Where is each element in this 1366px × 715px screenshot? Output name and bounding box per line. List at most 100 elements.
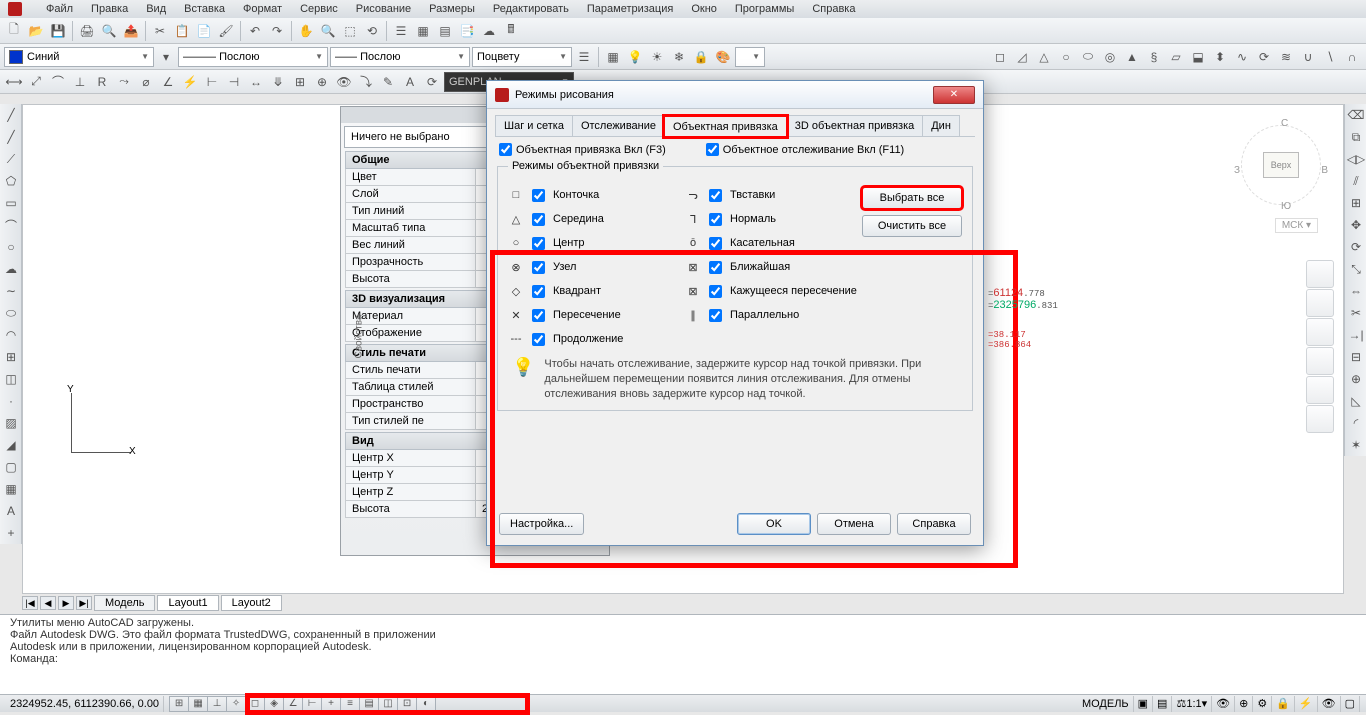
tolerance-icon[interactable]: ⊞ (290, 72, 310, 92)
union-icon[interactable]: ∪ (1298, 47, 1318, 67)
menu-view[interactable]: Вид (146, 3, 166, 15)
workspace-icon[interactable]: ⚙ (1253, 696, 1272, 712)
box-icon[interactable]: ◻ (990, 47, 1010, 67)
viewcube[interactable]: Верх С Ю В З (1236, 120, 1326, 210)
tab-dynamic[interactable]: Дин (922, 115, 960, 136)
rotate-icon[interactable]: ⟳ (1346, 237, 1366, 257)
menu-window[interactable]: Окно (691, 3, 717, 15)
dim-radius-icon[interactable]: R (92, 72, 112, 92)
orbit-nav-icon[interactable] (1306, 347, 1334, 375)
dim-break-icon[interactable]: ⤋ (268, 72, 288, 92)
cone-icon[interactable]: △ (1034, 47, 1054, 67)
snap-mode-icon[interactable]: ⊞ (169, 696, 189, 712)
zoom-rt-icon[interactable]: 🔍 (318, 21, 338, 41)
rewind-icon[interactable] (1306, 405, 1334, 433)
plotstyle-combo[interactable]: Поцвету▼ (472, 47, 572, 67)
osnap-mode-icon[interactable]: ◻ (245, 696, 265, 712)
erase-icon[interactable]: ⌫ (1346, 105, 1366, 125)
layer-color-combo[interactable]: Синий▼ (4, 47, 154, 67)
copy-obj-icon[interactable]: ⧉ (1346, 127, 1366, 147)
open-icon[interactable]: 📂 (26, 21, 46, 41)
osnap-checkbox[interactable] (709, 213, 722, 226)
dim-arc-icon[interactable]: ⌒ (48, 72, 68, 92)
lock-icon[interactable]: 🔒 (691, 47, 711, 67)
select-all-button[interactable]: Выбрать все (862, 187, 962, 209)
osnap-checkbox[interactable] (709, 237, 722, 250)
dim-quick-icon[interactable]: ⚡ (180, 72, 200, 92)
tab-layout1[interactable]: Layout1 (157, 595, 218, 611)
osnap-checkbox[interactable] (532, 213, 545, 226)
lineweight-combo[interactable]: —— Послою▼ (330, 47, 470, 67)
wedge-icon[interactable]: ◿ (1012, 47, 1032, 67)
menu-programs[interactable]: Программы (735, 3, 794, 15)
trim-icon[interactable]: ✂ (1346, 303, 1366, 323)
torus-icon[interactable]: ◎ (1100, 47, 1120, 67)
publish-icon[interactable]: 📤 (121, 21, 141, 41)
osnap-checkbox[interactable] (709, 309, 722, 322)
hatch-icon[interactable]: ▨ (1, 413, 21, 433)
circle-icon[interactable]: ○ (1, 237, 21, 257)
new-icon[interactable]: 🗋 (4, 21, 24, 41)
point-icon[interactable]: · (1, 391, 21, 411)
toolbar-lock-icon[interactable]: 🔒 (1272, 696, 1295, 712)
osnap-checkbox[interactable] (709, 285, 722, 298)
toolpal-icon[interactable]: ▤ (435, 21, 455, 41)
menu-edit[interactable]: Правка (91, 3, 128, 15)
offset-icon[interactable]: ⫽ (1346, 171, 1366, 191)
clear-all-button[interactable]: Очистить все (862, 215, 962, 237)
navwheel-icon[interactable] (1306, 260, 1334, 288)
line-icon[interactable]: ╱ (1, 105, 21, 125)
annoscale-readout[interactable]: ⚖ 1:1 ▾ (1172, 696, 1212, 712)
undo-icon[interactable]: ↶ (245, 21, 265, 41)
dim-space-icon[interactable]: ↔ (246, 72, 266, 92)
menu-dimensions[interactable]: Размеры (429, 3, 475, 15)
break-icon[interactable]: ⊟ (1346, 347, 1366, 367)
makeblk-icon[interactable]: ◫ (1, 369, 21, 389)
otrack-mode-icon[interactable]: ∠ (283, 696, 303, 712)
dimupdate-icon[interactable]: ⟳ (422, 72, 442, 92)
menu-draw[interactable]: Рисование (356, 3, 411, 15)
isolate-icon[interactable]: 👁 (1318, 696, 1341, 712)
zoom-win-icon[interactable]: ⬚ (340, 21, 360, 41)
preview-icon[interactable]: 🔍 (99, 21, 119, 41)
intersect-icon[interactable]: ∩ (1342, 47, 1362, 67)
settings-button[interactable]: Настройка... (499, 513, 584, 535)
menu-help[interactable]: Справка (812, 3, 855, 15)
move-icon[interactable]: ✥ (1346, 215, 1366, 235)
extrude-icon[interactable]: ⬓ (1188, 47, 1208, 67)
layer-mgr-icon[interactable]: ▦ (603, 47, 623, 67)
sphere-icon[interactable]: ○ (1056, 47, 1076, 67)
command-line[interactable]: Утилиты меню AutoCAD загружены. Файл Aut… (0, 614, 1366, 694)
tab-3dosnap[interactable]: 3D объектная привязка (786, 115, 923, 136)
pan-nav-icon[interactable] (1306, 289, 1334, 317)
light-icon[interactable]: 💡 (625, 47, 645, 67)
matchprop-icon[interactable]: 🖌 (216, 21, 236, 41)
pyramid-icon[interactable]: ▲ (1122, 47, 1142, 67)
help-button[interactable]: Справка (897, 513, 971, 535)
color-icon[interactable]: 🎨 (713, 47, 733, 67)
inspect-icon[interactable]: 👁 (334, 72, 354, 92)
dim-angular-icon[interactable]: ∠ (158, 72, 178, 92)
extend-icon[interactable]: →| (1346, 325, 1366, 345)
lwt-mode-icon[interactable]: ≡ (340, 696, 360, 712)
xline-icon[interactable]: ╱ (1, 127, 21, 147)
dim-aligned-icon[interactable]: ⤢ (26, 72, 46, 92)
sweep-icon[interactable]: ∿ (1232, 47, 1252, 67)
cut-icon[interactable]: ✂ (150, 21, 170, 41)
menu-tools[interactable]: Сервис (300, 3, 338, 15)
cancel-button[interactable]: Отмена (817, 513, 891, 535)
sun-icon[interactable]: ☀ (647, 47, 667, 67)
osnap-checkbox[interactable] (532, 237, 545, 250)
rectangle-icon[interactable]: ▭ (1, 193, 21, 213)
3dosnap-mode-icon[interactable]: ◈ (264, 696, 284, 712)
showmotion-icon[interactable] (1306, 376, 1334, 404)
array-icon[interactable]: ⊞ (1346, 193, 1366, 213)
polygon-icon[interactable]: ⬠ (1, 171, 21, 191)
tab-nav-last[interactable]: ▶| (76, 596, 92, 610)
ortho-mode-icon[interactable]: ⊥ (207, 696, 227, 712)
subtract-icon[interactable]: ∖ (1320, 47, 1340, 67)
osnap-checkbox[interactable] (709, 189, 722, 202)
osnap-checkbox[interactable] (532, 261, 545, 274)
dim-continue-icon[interactable]: ⊣ (224, 72, 244, 92)
grid-mode-icon[interactable]: ▦ (188, 696, 208, 712)
